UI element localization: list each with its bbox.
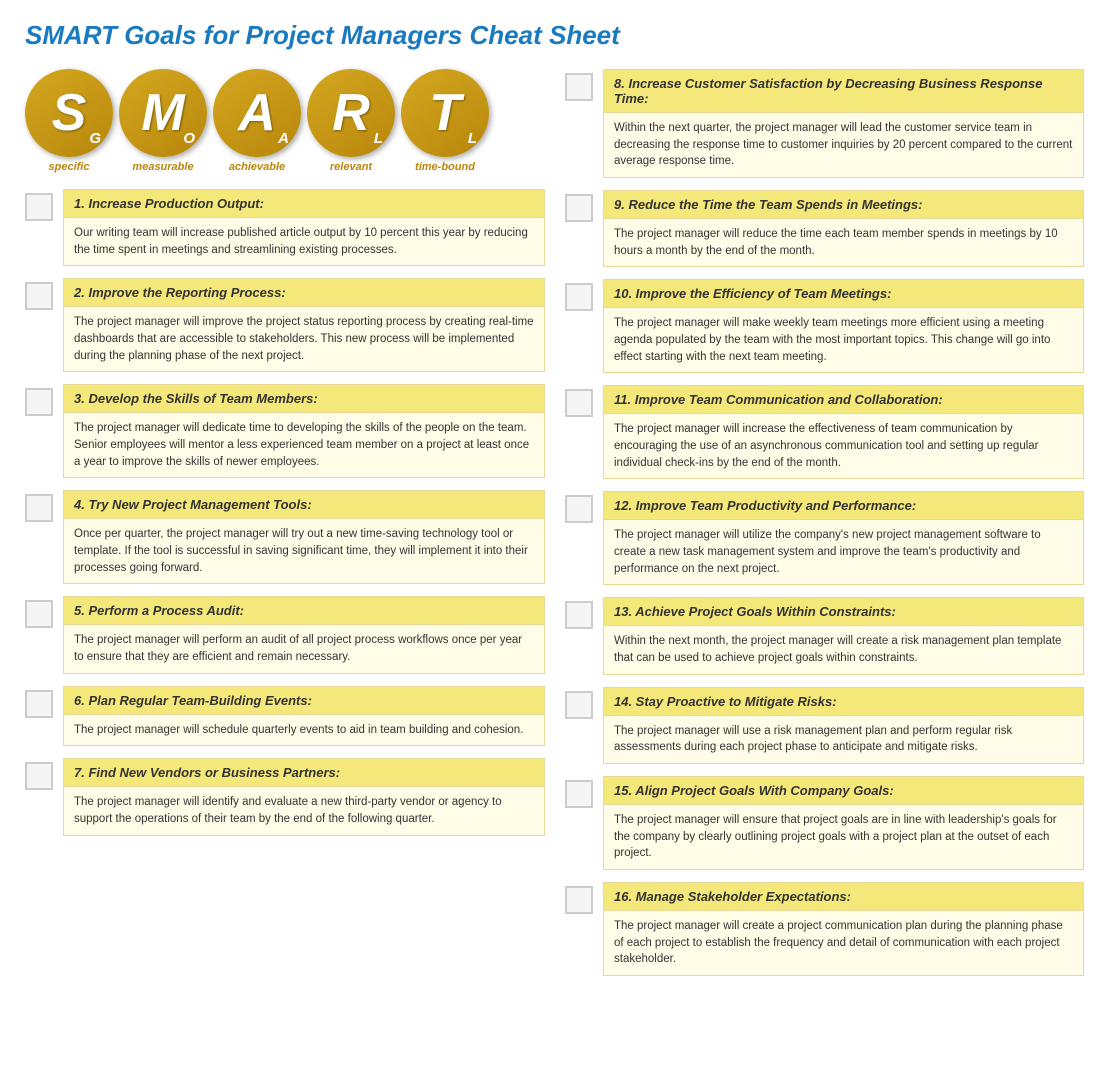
goal-card-1: 1. Increase Production Output: Our writi… xyxy=(63,189,545,266)
goal-body-8: Within the next quarter, the project man… xyxy=(604,113,1083,177)
checkbox-14[interactable] xyxy=(565,691,593,719)
goal-body-4: Once per quarter, the project manager wi… xyxy=(64,519,544,583)
checkbox-2[interactable] xyxy=(25,282,53,310)
goal-card-7: 7. Find New Vendors or Business Partners… xyxy=(63,758,545,835)
goal-body-13: Within the next month, the project manag… xyxy=(604,626,1083,673)
goal-body-1: Our writing team will increase published… xyxy=(64,218,544,265)
goal-body-3: The project manager will dedicate time t… xyxy=(64,413,544,477)
goal-title-2: 2. Improve the Reporting Process: xyxy=(64,279,544,307)
goal-body-15: The project manager will ensure that pro… xyxy=(604,805,1083,869)
goal-title-8: 8. Increase Customer Satisfaction by Dec… xyxy=(604,70,1083,113)
goal-title-3: 3. Develop the Skills of Team Members: xyxy=(64,385,544,413)
goal-title-6: 6. Plan Regular Team-Building Events: xyxy=(64,687,544,715)
checkbox-8[interactable] xyxy=(565,73,593,101)
list-item: 3. Develop the Skills of Team Members: T… xyxy=(25,384,545,478)
goal-title-11: 11. Improve Team Communication and Colla… xyxy=(604,386,1083,414)
goal-title-10: 10. Improve the Efficiency of Team Meeti… xyxy=(604,280,1083,308)
goal-card-2: 2. Improve the Reporting Process: The pr… xyxy=(63,278,545,372)
list-item: 6. Plan Regular Team-Building Events: Th… xyxy=(25,686,545,747)
goal-title-13: 13. Achieve Project Goals Within Constra… xyxy=(604,598,1083,626)
checkbox-9[interactable] xyxy=(565,194,593,222)
goal-body-10: The project manager will make weekly tea… xyxy=(604,308,1083,372)
list-item: 11. Improve Team Communication and Colla… xyxy=(565,385,1084,479)
checkbox-3[interactable] xyxy=(25,388,53,416)
goal-title-16: 16. Manage Stakeholder Expectations: xyxy=(604,883,1083,911)
goal-body-7: The project manager will identify and ev… xyxy=(64,787,544,834)
goal-card-11: 11. Improve Team Communication and Colla… xyxy=(603,385,1084,479)
goal-body-2: The project manager will improve the pro… xyxy=(64,307,544,371)
list-item: 12. Improve Team Productivity and Perfor… xyxy=(565,491,1084,585)
checkbox-12[interactable] xyxy=(565,495,593,523)
goal-card-16: 16. Manage Stakeholder Expectations: The… xyxy=(603,882,1084,976)
goal-body-12: The project manager will utilize the com… xyxy=(604,520,1083,584)
checkbox-6[interactable] xyxy=(25,690,53,718)
list-item: 15. Align Project Goals With Company Goa… xyxy=(565,776,1084,870)
smart-letter-a: A A achievable xyxy=(213,69,301,173)
goal-card-4: 4. Try New Project Management Tools: Onc… xyxy=(63,490,545,584)
checkbox-1[interactable] xyxy=(25,193,53,221)
goal-card-10: 10. Improve the Efficiency of Team Meeti… xyxy=(603,279,1084,373)
left-goals-column: 1. Increase Production Output: Our writi… xyxy=(25,189,545,836)
goal-card-9: 9. Reduce the Time the Team Spends in Me… xyxy=(603,190,1084,267)
list-item: 16. Manage Stakeholder Expectations: The… xyxy=(565,882,1084,976)
checkbox-7[interactable] xyxy=(25,762,53,790)
goal-card-13: 13. Achieve Project Goals Within Constra… xyxy=(603,597,1084,674)
smart-letter-t: T L time-bound xyxy=(401,69,489,173)
goal-card-12: 12. Improve Team Productivity and Perfor… xyxy=(603,491,1084,585)
goal-body-14: The project manager will use a risk mana… xyxy=(604,716,1083,763)
list-item: 2. Improve the Reporting Process: The pr… xyxy=(25,278,545,372)
goal-body-16: The project manager will create a projec… xyxy=(604,911,1083,975)
goal-card-8: 8. Increase Customer Satisfaction by Dec… xyxy=(603,69,1084,178)
list-item: 9. Reduce the Time the Team Spends in Me… xyxy=(565,190,1084,267)
list-item: 13. Achieve Project Goals Within Constra… xyxy=(565,597,1084,674)
checkbox-13[interactable] xyxy=(565,601,593,629)
goal-body-6: The project manager will schedule quarte… xyxy=(64,715,544,746)
smart-letter-s: S G specific xyxy=(25,69,113,173)
goal-title-7: 7. Find New Vendors or Business Partners… xyxy=(64,759,544,787)
list-item: 7. Find New Vendors or Business Partners… xyxy=(25,758,545,835)
goal-card-5: 5. Perform a Process Audit: The project … xyxy=(63,596,545,673)
checkbox-11[interactable] xyxy=(565,389,593,417)
goal-body-5: The project manager will perform an audi… xyxy=(64,625,544,672)
goal-title-5: 5. Perform a Process Audit: xyxy=(64,597,544,625)
list-item: 4. Try New Project Management Tools: Onc… xyxy=(25,490,545,584)
goal-card-3: 3. Develop the Skills of Team Members: T… xyxy=(63,384,545,478)
checkbox-4[interactable] xyxy=(25,494,53,522)
smart-logo-row: S G specific M O measurable A A achievab… xyxy=(25,69,545,173)
list-item: 10. Improve the Efficiency of Team Meeti… xyxy=(565,279,1084,373)
goal-body-11: The project manager will increase the ef… xyxy=(604,414,1083,478)
list-item: 8. Increase Customer Satisfaction by Dec… xyxy=(565,69,1084,178)
checkbox-10[interactable] xyxy=(565,283,593,311)
checkbox-16[interactable] xyxy=(565,886,593,914)
goal-title-1: 1. Increase Production Output: xyxy=(64,190,544,218)
goal-title-14: 14. Stay Proactive to Mitigate Risks: xyxy=(604,688,1083,716)
smart-letter-m: M O measurable xyxy=(119,69,207,173)
goal-card-6: 6. Plan Regular Team-Building Events: Th… xyxy=(63,686,545,747)
goal-title-9: 9. Reduce the Time the Team Spends in Me… xyxy=(604,191,1083,219)
page-title: SMART Goals for Project Managers Cheat S… xyxy=(25,20,1084,51)
goal-card-15: 15. Align Project Goals With Company Goa… xyxy=(603,776,1084,870)
goal-title-4: 4. Try New Project Management Tools: xyxy=(64,491,544,519)
list-item: 1. Increase Production Output: Our writi… xyxy=(25,189,545,266)
right-goals-column: 8. Increase Customer Satisfaction by Dec… xyxy=(565,69,1084,976)
goal-card-14: 14. Stay Proactive to Mitigate Risks: Th… xyxy=(603,687,1084,764)
checkbox-5[interactable] xyxy=(25,600,53,628)
list-item: 14. Stay Proactive to Mitigate Risks: Th… xyxy=(565,687,1084,764)
goal-body-9: The project manager will reduce the time… xyxy=(604,219,1083,266)
goal-title-12: 12. Improve Team Productivity and Perfor… xyxy=(604,492,1083,520)
goal-title-15: 15. Align Project Goals With Company Goa… xyxy=(604,777,1083,805)
smart-letter-r: R L relevant xyxy=(307,69,395,173)
checkbox-15[interactable] xyxy=(565,780,593,808)
list-item: 5. Perform a Process Audit: The project … xyxy=(25,596,545,673)
